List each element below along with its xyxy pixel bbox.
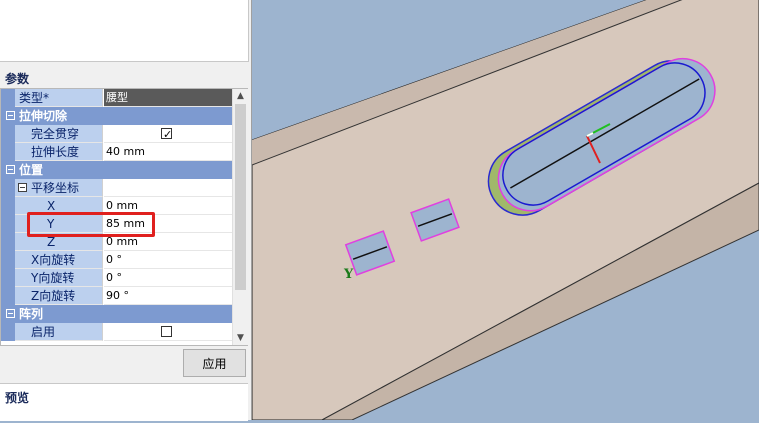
z-rotation-label: Z向旋转 [31,289,76,303]
grid-scrollbar[interactable]: ▲ ▼ [232,89,248,345]
row-length[interactable]: 拉伸长度 40 mm [1,143,232,161]
category-array[interactable]: 阵列 [1,305,232,323]
collapse-icon[interactable] [6,165,15,174]
collapse-icon[interactable] [6,309,15,318]
top-panel [0,0,249,62]
translate-label: 平移坐标 [31,181,80,195]
apply-button[interactable]: 应用 [183,349,246,377]
scrollbar-thumb[interactable] [235,104,246,290]
left-panel: 参数 类型* 腰型 拉伸切除 完全贯穿 ✓ 拉伸长度 40 mm 位置 平移坐标… [0,0,252,421]
collapse-icon[interactable] [18,183,27,192]
row-y-rotation[interactable]: Y向旋转 0 ° [1,269,232,287]
preview-title: 预览 [5,391,30,405]
length-label: 拉伸长度 [31,145,80,159]
collapse-icon[interactable] [6,111,15,120]
y-rotation-value[interactable]: 0 ° [104,269,232,287]
z-rotation-value[interactable]: 90 ° [104,287,232,305]
row-type[interactable]: 类型* 腰型 [1,89,232,107]
scroll-down-icon[interactable]: ▼ [236,333,245,343]
category-extrude-label: 拉伸切除 [19,109,68,123]
y-rotation-label: Y向旋转 [31,271,75,285]
x-rotation-label: X向旋转 [31,253,76,267]
enable-label: 启用 [31,325,56,339]
through-all-label: 完全贯穿 [31,127,80,141]
category-position-label: 位置 [19,163,44,177]
row-translate[interactable]: 平移坐标 [1,179,232,197]
y-value-highlight [27,212,155,237]
category-position[interactable]: 位置 [1,161,232,179]
row-through-all[interactable]: 完全贯穿 ✓ [1,125,232,143]
row-x-rotation[interactable]: X向旋转 0 ° [1,251,232,269]
row-z-rotation[interactable]: Z向旋转 90 ° [1,287,232,305]
check-icon: ✓ [163,128,173,141]
preview-panel: 预览 [0,383,248,421]
enable-checkbox[interactable] [161,326,172,337]
through-all-checkbox[interactable]: ✓ [161,128,172,141]
type-label: 类型* [19,91,50,105]
viewport-canvas: Y [251,0,759,421]
type-value[interactable]: 腰型 [104,89,232,107]
row-enable[interactable]: 启用 [1,323,232,341]
category-extrude[interactable]: 拉伸切除 [1,107,232,125]
category-array-label: 阵列 [19,307,44,321]
length-value[interactable]: 40 mm [104,143,232,161]
scroll-up-icon[interactable]: ▲ [236,91,245,101]
3d-viewport[interactable]: Y [251,0,759,421]
axis-y-label: Y [343,267,354,282]
x-rotation-value[interactable]: 0 ° [104,251,232,269]
params-title: 参数 [5,72,30,86]
